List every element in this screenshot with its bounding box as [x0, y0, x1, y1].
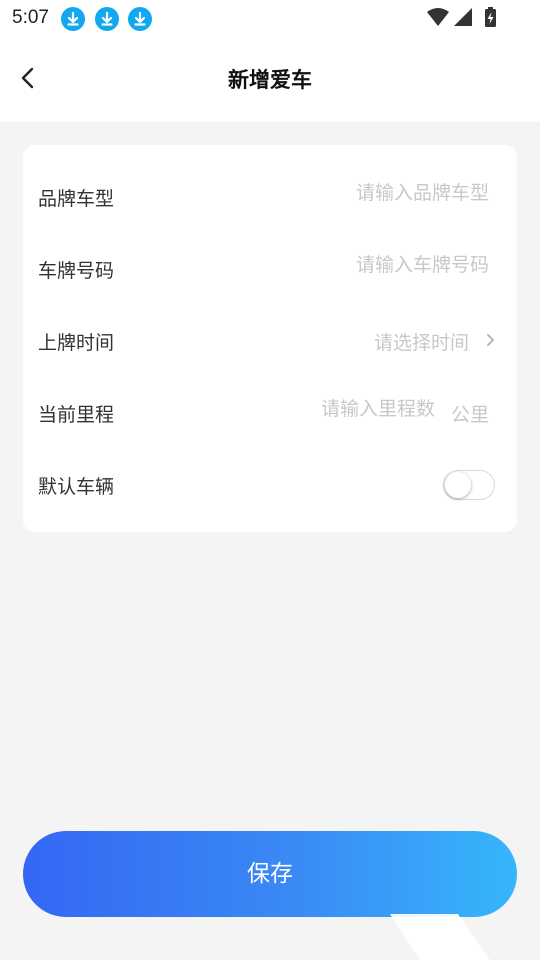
default-vehicle-label: 默认车辆 [38, 476, 115, 498]
plate-number-row[interactable]: 车牌号码 [23, 232, 517, 304]
default-vehicle-row: 默认车辆 [23, 448, 517, 520]
brand-model-row[interactable]: 品牌车型 [23, 160, 517, 232]
plate-number-label: 车牌号码 [38, 260, 115, 282]
battery-charging-icon [485, 7, 496, 27]
download-icon [128, 7, 152, 31]
toggle-knob [445, 472, 471, 498]
download-icon [61, 7, 85, 31]
chevron-right-icon [487, 334, 494, 346]
wifi-icon [427, 8, 449, 26]
signal-icon [454, 8, 472, 26]
register-time-picker[interactable]: 请选择时间 [374, 328, 469, 355]
mileage-row[interactable]: 当前里程 公里 [23, 376, 517, 448]
download-icon [95, 7, 119, 31]
status-bar: 5:07 [0, 0, 540, 38]
mileage-unit: 公里 [450, 404, 489, 426]
app-header: 新增爱车 [0, 38, 540, 122]
page-title: 新增爱车 [228, 68, 312, 92]
vehicle-form-card: 品牌车型 车牌号码 上牌时间 请选择时间 当前里程 公里 默认车辆 [23, 145, 517, 532]
mileage-input[interactable] [195, 398, 435, 420]
brand-model-label: 品牌车型 [38, 188, 115, 210]
plate-number-input[interactable] [249, 254, 489, 276]
register-time-row[interactable]: 上牌时间 请选择时间 [23, 304, 517, 376]
system-icons [427, 7, 496, 27]
decorative-flare [390, 914, 490, 960]
mileage-label: 当前里程 [38, 404, 115, 426]
brand-model-input[interactable] [249, 182, 489, 204]
default-vehicle-toggle[interactable] [443, 470, 495, 500]
status-time: 5:07 [12, 7, 49, 28]
register-time-label: 上牌时间 [38, 332, 115, 354]
